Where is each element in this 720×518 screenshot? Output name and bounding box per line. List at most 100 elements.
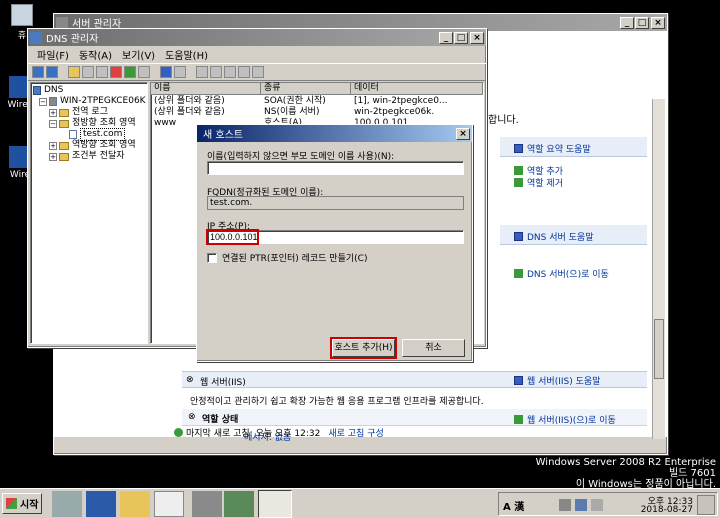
up-folder-icon[interactable]: [68, 66, 80, 78]
dialog-titlebar[interactable]: 새 호스트 ×: [197, 125, 472, 142]
tree-item-reverse-zones[interactable]: + 역방향 조회 영역: [33, 140, 147, 151]
ptr-checkbox[interactable]: [207, 252, 217, 263]
taskbar-explorer-icon[interactable]: [120, 491, 150, 517]
expand-icon[interactable]: +: [49, 141, 57, 150]
table-row[interactable]: (상위 폴더와 같음) NS(이름 서버) win-2tpegkce06k.: [151, 107, 483, 118]
name-input[interactable]: [207, 161, 464, 175]
column-data[interactable]: 데이터: [351, 83, 483, 95]
tree-item-global-logs[interactable]: + 전역 로그: [33, 107, 147, 118]
recycle-bin-icon: [11, 4, 33, 26]
close-button[interactable]: ×: [470, 31, 484, 44]
add-host-highlight-box: [330, 337, 397, 359]
refresh-icon[interactable]: [124, 66, 136, 78]
new-mx-icon[interactable]: [238, 66, 250, 78]
taskbar-network-icon[interactable]: [224, 491, 254, 517]
refresh-settings-link[interactable]: 새로 고침 구성: [328, 426, 383, 439]
export-icon[interactable]: [138, 66, 150, 78]
minimize-button[interactable]: _: [439, 31, 453, 44]
start-button[interactable]: 시작: [2, 493, 42, 514]
record-data: win-2tpegkce06k.: [354, 107, 435, 117]
new-host-icon[interactable]: [210, 66, 222, 78]
cancel-button[interactable]: 취소: [402, 339, 465, 357]
properties-icon[interactable]: [96, 66, 108, 78]
menubar: 파일(F) 동작(A) 보기(V) 도움말(H): [28, 46, 486, 63]
maximize-button[interactable]: □: [635, 16, 649, 29]
taskbar-dns-manager-icon[interactable]: [258, 490, 292, 518]
menu-help[interactable]: 도움말(H): [160, 47, 213, 62]
tree-item-server[interactable]: − WIN-2TPEGKCE06K: [33, 96, 147, 107]
collapse-icon[interactable]: −: [39, 97, 47, 106]
goto-dns-link[interactable]: DNS 서버(으)로 이동: [514, 267, 609, 280]
tray-icon[interactable]: [559, 499, 571, 511]
ip-highlight-box: [206, 229, 259, 245]
menu-view[interactable]: 보기(V): [117, 47, 160, 62]
record-name: (상위 폴더와 같음): [154, 107, 225, 117]
last-refresh-text: 마지막 새로 고침: 오늘 오후 12:32: [186, 428, 321, 439]
record-name: (상위 폴더와 같음): [154, 96, 225, 106]
back-icon[interactable]: [32, 66, 44, 78]
ptr-label: 연결된 PTR(포인터) 레코드 만들기(C): [222, 254, 368, 264]
delete-icon[interactable]: [110, 66, 122, 78]
taskbar-server-manager-icon[interactable]: [52, 491, 82, 517]
dialog-title: 새 호스트: [203, 130, 243, 141]
ptr-checkbox-row[interactable]: 연결된 PTR(포인터) 레코드 만들기(C): [207, 251, 367, 264]
collapse-icon[interactable]: −: [49, 119, 57, 128]
record-name: www: [154, 118, 177, 128]
toolbar: [28, 63, 486, 81]
ime-indicator[interactable]: A 漢: [503, 498, 524, 513]
view-icon[interactable]: [174, 66, 186, 78]
table-row[interactable]: (상위 폴더와 같음) SOA(권한 시작) [1], win-2tpegkce…: [151, 96, 483, 107]
fqdn-field: test.com.: [207, 196, 464, 210]
taskbar-app-icon[interactable]: [154, 491, 184, 517]
speaker-icon[interactable]: [591, 499, 603, 511]
remove-roles-link[interactable]: 역할 제거: [514, 176, 563, 189]
vertical-scrollbar[interactable]: [652, 99, 665, 439]
folder-icon: [59, 152, 69, 161]
tree-item-conditional-forwarders[interactable]: + 조건부 전달자: [33, 151, 147, 162]
help-icon: [514, 232, 523, 241]
maximize-button[interactable]: □: [454, 31, 468, 44]
iis-help-link[interactable]: 웹 서버(IIS) 도움말: [514, 374, 600, 387]
expand-icon[interactable]: +: [49, 152, 57, 161]
collapse-icon[interactable]: ⊗: [188, 412, 196, 422]
refresh-icon: [174, 427, 183, 437]
scrollbar-thumb[interactable]: [654, 319, 664, 379]
taskbar: 시작 A 漢 오후 12:33 2018-08-27: [0, 488, 720, 518]
watermark-build: 빌드 7601: [668, 468, 716, 479]
partial-text: 합니다.: [488, 115, 519, 126]
role-summary-help-link[interactable]: 역할 요약 도움말: [514, 142, 591, 155]
close-button[interactable]: ×: [456, 127, 470, 140]
clock-date[interactable]: 2018-08-27: [641, 505, 693, 515]
folder-icon: [59, 119, 69, 128]
tree-item-test-com[interactable]: test.com: [33, 128, 147, 141]
new-alias-icon[interactable]: [224, 66, 236, 78]
minimize-button[interactable]: _: [620, 16, 634, 29]
show-hide-tree-icon[interactable]: [82, 66, 94, 78]
server-manager-icon: [56, 16, 68, 29]
help-icon: [514, 144, 523, 153]
zone-icon: [69, 130, 77, 139]
network-icon[interactable]: [575, 499, 587, 511]
tree-item-dns[interactable]: DNS: [33, 85, 147, 96]
column-name[interactable]: 이름: [151, 83, 261, 95]
show-desktop-button[interactable]: [697, 495, 715, 515]
collapse-icon[interactable]: ⊗: [186, 375, 194, 385]
help-icon: [514, 376, 523, 385]
dns-help-link[interactable]: DNS 서버 도움말: [514, 230, 594, 243]
new-zone-icon[interactable]: [196, 66, 208, 78]
menu-file[interactable]: 파일(F): [32, 47, 74, 62]
filter-icon[interactable]: [252, 66, 264, 78]
record-type: NS(이름 서버): [264, 107, 320, 117]
help-icon[interactable]: [160, 66, 172, 78]
folder-icon: [59, 108, 69, 117]
close-button[interactable]: ×: [651, 16, 665, 29]
watermark-edition: Windows Server 2008 R2 Enterprise: [535, 457, 716, 468]
column-type[interactable]: 종류: [261, 83, 351, 95]
taskbar-powershell-icon[interactable]: [86, 491, 116, 517]
expand-icon[interactable]: +: [49, 108, 57, 117]
iis-section-title: 웹 서버(IIS): [200, 378, 246, 388]
taskbar-tools-icon[interactable]: [192, 491, 222, 517]
menu-action[interactable]: 동작(A): [74, 47, 117, 62]
forward-icon[interactable]: [46, 66, 58, 78]
dns-manager-titlebar[interactable]: DNS 관리자 _ □ ×: [28, 29, 486, 46]
